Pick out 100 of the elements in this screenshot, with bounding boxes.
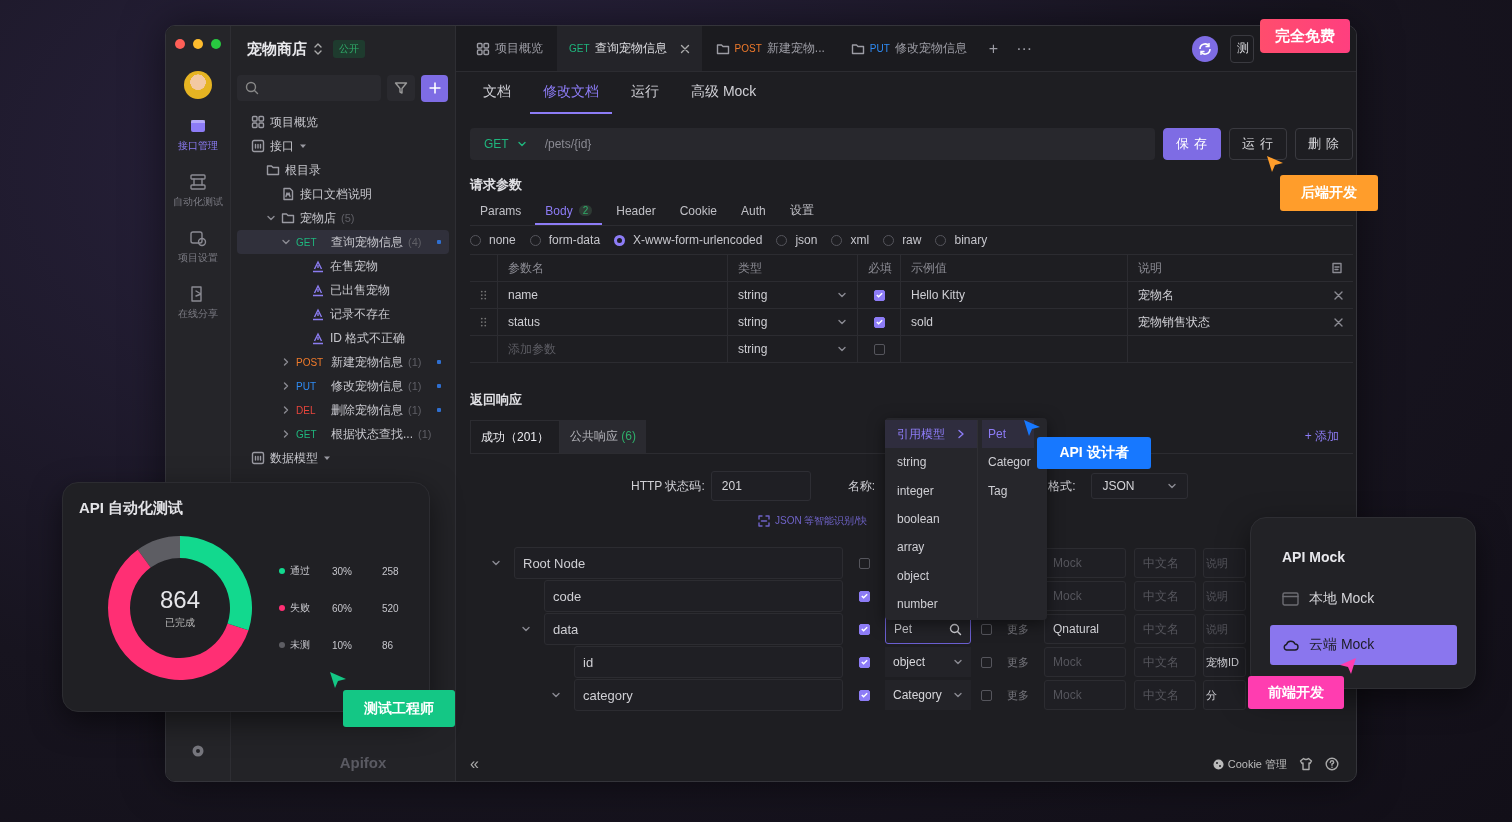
note-icon[interactable]: [1331, 262, 1343, 274]
mock-input[interactable]: Mock: [1044, 680, 1126, 710]
tab[interactable]: GET 查询宠物信息: [557, 26, 702, 71]
more-button[interactable]: 更多: [1001, 687, 1029, 703]
tab[interactable]: 运行: [618, 72, 672, 114]
window-zoom-button[interactable]: [211, 39, 221, 49]
caret-icon[interactable]: [953, 657, 963, 667]
caret-icon[interactable]: [281, 429, 291, 439]
caret-icon[interactable]: [281, 237, 291, 247]
tree-item[interactable]: POST 新建宠物信息 (1): [237, 350, 449, 374]
caret-icon[interactable]: [837, 317, 847, 327]
close-icon[interactable]: [1334, 317, 1343, 327]
menu-item[interactable]: Pet: [982, 420, 1034, 449]
mock-option[interactable]: 云端 Mock: [1270, 625, 1457, 665]
environment-button[interactable]: 测: [1230, 34, 1254, 63]
checkbox[interactable]: [873, 316, 885, 328]
caret-icon[interactable]: [516, 139, 527, 149]
type-select[interactable]: string: [738, 288, 847, 302]
checkbox[interactable]: [858, 557, 870, 569]
mock-input[interactable]: Mock: [1044, 548, 1126, 578]
radio-option[interactable]: raw: [883, 233, 922, 247]
format-select[interactable]: JSON: [1091, 473, 1189, 499]
more-button[interactable]: 更多: [1001, 654, 1029, 670]
tab[interactable]: 设置: [779, 198, 824, 225]
tree-item[interactable]: 项目概览: [237, 110, 449, 134]
tree-item[interactable]: GET 根据状态查找... (1): [237, 422, 449, 446]
type-select[interactable]: string: [738, 315, 847, 329]
add-link[interactable]: + 添加: [1304, 428, 1339, 445]
sort-icon[interactable]: [313, 42, 323, 56]
add-button[interactable]: [421, 74, 448, 102]
cookie-button[interactable]: Cookie 管理: [1212, 756, 1287, 772]
tab[interactable]: 项目概览: [464, 26, 555, 71]
tab[interactable]: 修改文档: [530, 72, 612, 114]
more-button[interactable]: ···: [1008, 39, 1041, 58]
caret-icon[interactable]: [837, 344, 847, 354]
close-icon[interactable]: [1334, 290, 1343, 300]
tree-item[interactable]: 已出售宠物: [237, 278, 449, 302]
tab[interactable]: Header: [606, 198, 666, 225]
type-select[interactable]: object: [885, 647, 971, 677]
search-field[interactable]: [237, 75, 381, 101]
tab[interactable]: 成功（201）: [470, 420, 561, 453]
tree-item[interactable]: 宠物店 (5): [237, 206, 449, 230]
method-select[interactable]: GET: [470, 128, 541, 160]
tab[interactable]: 高级 Mock: [678, 72, 770, 114]
caret-icon[interactable]: [281, 381, 291, 391]
checkbox[interactable]: [858, 656, 870, 668]
tab[interactable]: Auth: [731, 198, 776, 225]
status-code-input[interactable]: 201: [710, 471, 811, 501]
collapse-button[interactable]: «: [470, 755, 479, 773]
menu-item[interactable]: Tag: [982, 476, 1034, 505]
sync-button[interactable]: [1192, 35, 1218, 62]
tree-item[interactable]: 接口文档说明: [237, 182, 449, 206]
tree-item[interactable]: 在售宠物: [237, 254, 449, 278]
caret-icon[interactable]: [281, 405, 291, 415]
filter-button[interactable]: [387, 75, 415, 101]
tab[interactable]: 文档: [470, 72, 524, 114]
rail-item[interactable]: 项目设置: [178, 229, 218, 265]
tree-item[interactable]: 记录不存在: [237, 302, 449, 326]
radio-button[interactable]: [614, 234, 626, 246]
save-button[interactable]: 保 存: [1163, 128, 1221, 160]
radio-option[interactable]: form-data: [529, 233, 601, 247]
action-button[interactable]: 删 除: [1295, 128, 1353, 160]
description-input[interactable]: 宠物ID: [1203, 647, 1246, 677]
caret-icon[interactable]: [837, 290, 847, 300]
tab[interactable]: Cookie: [669, 198, 727, 225]
menu-item[interactable]: boolean: [885, 504, 977, 534]
tree-item[interactable]: 接口: [237, 134, 449, 158]
field-name-input[interactable]: data: [544, 613, 843, 645]
caret-icon[interactable]: [1167, 481, 1178, 491]
checkbox[interactable]: [980, 689, 992, 701]
name-input[interactable]: 添加参数: [508, 342, 717, 356]
radio-option[interactable]: xml: [831, 233, 870, 247]
mock-input[interactable]: Mock: [1044, 581, 1126, 611]
checkbox[interactable]: [858, 623, 870, 635]
tab[interactable]: Body 2: [535, 198, 603, 225]
menu-item[interactable]: string: [885, 448, 977, 477]
menu-item[interactable]: Categor: [982, 448, 1034, 477]
tree-item[interactable]: 根目录: [237, 158, 449, 182]
mock-input[interactable]: Mock: [1044, 647, 1126, 677]
smart-import-link[interactable]: JSON 等智能识别/快: [758, 514, 868, 528]
drag-handle-icon[interactable]: [480, 316, 487, 328]
tab[interactable]: POST 新建宠物...: [703, 26, 837, 71]
field-name-input[interactable]: category: [574, 679, 843, 711]
close-icon[interactable]: [679, 43, 690, 54]
field-name-input[interactable]: Root Node: [514, 547, 843, 579]
menu-item[interactable]: array: [885, 533, 977, 562]
checkbox[interactable]: [858, 689, 870, 701]
rail-item[interactable]: 自动化测试: [173, 173, 223, 209]
checkbox[interactable]: [873, 289, 885, 301]
tree-item[interactable]: ID 格式不正确: [237, 326, 449, 350]
radio-option[interactable]: none: [470, 233, 516, 247]
caret-icon[interactable]: [281, 357, 291, 367]
tree-item[interactable]: DEL 删除宠物信息 (1): [237, 398, 449, 422]
tab[interactable]: 公共响应 (6): [560, 420, 647, 453]
menu-item[interactable]: integer: [885, 476, 977, 505]
type-select[interactable]: Category: [885, 680, 971, 710]
menu-item[interactable]: 引用模型: [885, 420, 977, 449]
radio-option[interactable]: binary: [935, 233, 988, 247]
tab[interactable]: Params: [470, 198, 532, 225]
new-tab-button[interactable]: +: [980, 39, 1007, 58]
